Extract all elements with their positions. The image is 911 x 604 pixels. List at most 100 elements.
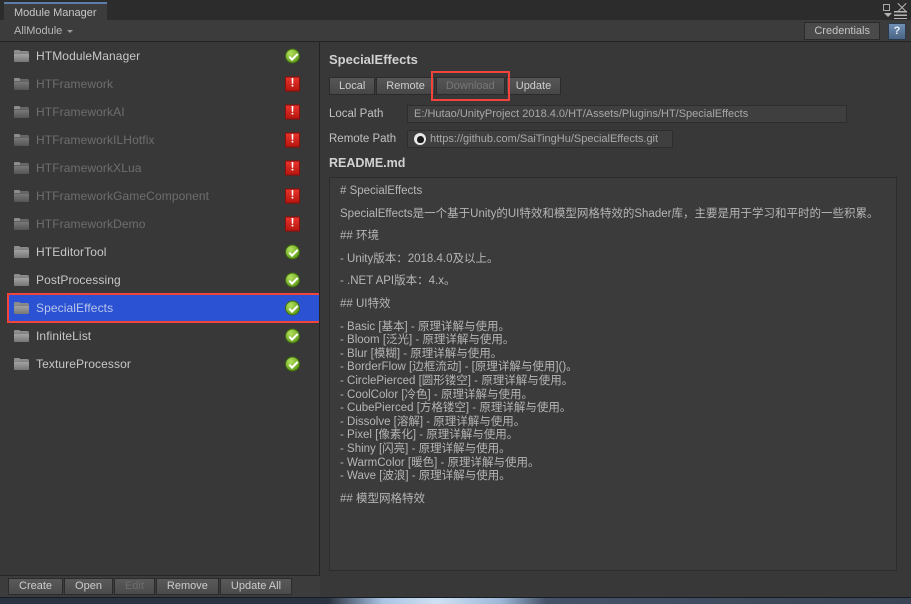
folder-icon [14,218,29,230]
readme-content: # SpecialEffects SpecialEffects是一个基于Unity… [329,177,897,571]
readme-line: - WarmColor [暖色] - 原理详解与使用。 [340,456,540,469]
remote-path-value: https://github.com/SaiTingHu/SpecialEffe… [430,133,659,145]
module-name: HTFrameworkDemo [36,217,146,231]
module-list-item[interactable]: HTModuleManager [8,42,319,70]
folder-icon [14,190,29,202]
module-list-item[interactable]: HTFramework [8,70,319,98]
hamburger-menu-icon[interactable] [894,11,907,19]
module-name: HTModuleManager [36,49,141,63]
module-list-item[interactable]: HTFrameworkXLua [8,154,319,182]
remote-path-field[interactable]: https://github.com/SaiTingHu/SpecialEffe… [407,130,673,148]
module-list-item[interactable]: InfiniteList [8,322,319,350]
module-list-panel: HTModuleManager HTFramework HTFrameworkAI H… [0,42,320,575]
module-list-item-selected[interactable]: SpecialEffects [7,293,319,323]
module-name: PostProcessing [36,273,121,287]
update-all-button[interactable]: Update All [219,578,293,595]
readme-line: - CubePierced [方格镂空] - 原理详解与使用。 [340,402,572,415]
status-ok-icon [285,328,300,344]
window-chrome: Module Manager [0,0,911,20]
readme-spacer [340,199,886,208]
readme-line: ## 环境 [340,230,379,243]
status-ok-icon [285,356,300,372]
readme-line: - Unity版本：2018.4.0及以上。 [340,252,499,265]
module-manager-window: Module Manager AllModule Credentials ? H… [0,0,911,604]
tab-module-manager[interactable]: Module Manager [4,2,107,20]
local-path-value: E:/Hutao/UnityProject 2018.4.0/HT/Assets… [414,108,749,120]
folder-icon [14,246,29,258]
edit-button: Edit [113,578,155,595]
folder-icon [14,274,29,286]
readme-line: - Basic [基本] - 原理详解与使用。 [340,320,510,333]
module-name: HTFramework [36,77,114,91]
module-filter-dropdown[interactable]: AllModule [10,23,78,39]
status-warning-icon [285,104,300,120]
readme-title: README.md [329,156,406,170]
readme-line: - Bloom [泛光] - 原理详解与使用。 [340,334,515,347]
module-list-item[interactable]: HTFrameworkGameComponent [8,182,319,210]
readme-line: ## 模型网格特效 [340,492,425,505]
tab-local[interactable]: Local [329,77,376,95]
module-list: HTModuleManager HTFramework HTFrameworkAI H… [7,42,319,378]
readme-line: - CoolColor [冷色] - 原理详解与使用。 [340,388,533,401]
folder-icon [14,358,29,370]
module-action-bar: Create Open Edit Remove Update All [0,575,320,597]
folder-icon [14,302,29,314]
tab-remote[interactable]: Remote [376,77,435,95]
module-name: SpecialEffects [36,301,114,315]
folder-icon [14,330,29,342]
module-list-item[interactable]: HTFrameworkAI [8,98,319,126]
detail-tab-row: Local Remote Download Update [329,71,901,101]
tab-download: Download [435,77,505,95]
chevron-down-icon[interactable] [884,13,892,17]
tab-strip: Module Manager [0,0,911,20]
readme-line: - .NET API版本：4.x。 [340,275,456,288]
readme-line: - Wave [波浪] - 原理详解与使用。 [340,470,511,483]
readme-spacer [340,289,886,298]
status-ok-icon [285,272,300,288]
tab-update[interactable]: Update [505,77,562,95]
remove-button[interactable]: Remove [155,578,219,595]
os-taskbar [0,597,911,604]
module-filter-label: AllModule [14,25,63,37]
remote-path-row: Remote Path https://github.com/SaiTingHu… [329,130,901,148]
status-warning-icon [285,216,300,232]
local-path-label: Local Path [329,108,384,120]
local-path-row: Local Path E:/Hutao/UnityProject 2018.4.… [329,105,901,123]
folder-icon [14,106,29,118]
module-name: HTFrameworkAI [36,105,125,119]
credentials-button[interactable]: Credentials [804,22,880,40]
module-list-item[interactable]: HTFrameworkDemo [8,210,319,238]
module-list-item[interactable]: TextureProcessor [8,350,319,378]
readme-line: - BorderFlow [边框流动] - [原理详解与使用]()。 [340,361,578,374]
restore-icon[interactable] [883,4,890,11]
chevron-down-icon [67,30,74,33]
module-list-item[interactable]: PostProcessing [8,266,319,294]
module-name: TextureProcessor [36,357,131,371]
readme-line: # SpecialEffects [340,185,423,197]
module-detail-panel: SpecialEffects Local Remote Download Update… [321,42,911,600]
readme-spacer [340,484,886,493]
folder-icon [14,134,29,146]
local-path-field[interactable]: E:/Hutao/UnityProject 2018.4.0/HT/Assets… [407,105,847,123]
readme-spacer [340,312,886,321]
module-list-item[interactable]: HTEditorTool [8,238,319,266]
readme-line: - Shiny [闪亮] - 原理详解与使用。 [340,442,511,455]
readme-line: - Pixel [像素化] - 原理详解与使用。 [340,429,519,442]
create-button[interactable]: Create [8,578,64,595]
folder-icon [14,50,29,62]
help-icon[interactable]: ? [888,23,906,40]
module-name: HTFrameworkGameComponent [36,189,210,203]
readme-line: SpecialEffects是一个基于Unity的UI特效和模型网格特效的Sha… [340,207,879,220]
folder-icon [14,78,29,90]
status-warning-icon [285,132,300,148]
status-warning-icon [285,160,300,176]
status-warning-icon [285,188,300,204]
toolbar: AllModule Credentials ? [0,20,911,42]
module-list-item[interactable]: HTFrameworkILHotfix [8,126,319,154]
status-ok-icon [285,48,300,64]
window-menu-controls [884,11,907,19]
readme-line: - Blur [模糊] - 原理详解与使用。 [340,347,503,360]
open-button[interactable]: Open [64,578,113,595]
module-name: HTFrameworkILHotfix [36,133,155,147]
module-name: HTEditorTool [36,245,107,259]
